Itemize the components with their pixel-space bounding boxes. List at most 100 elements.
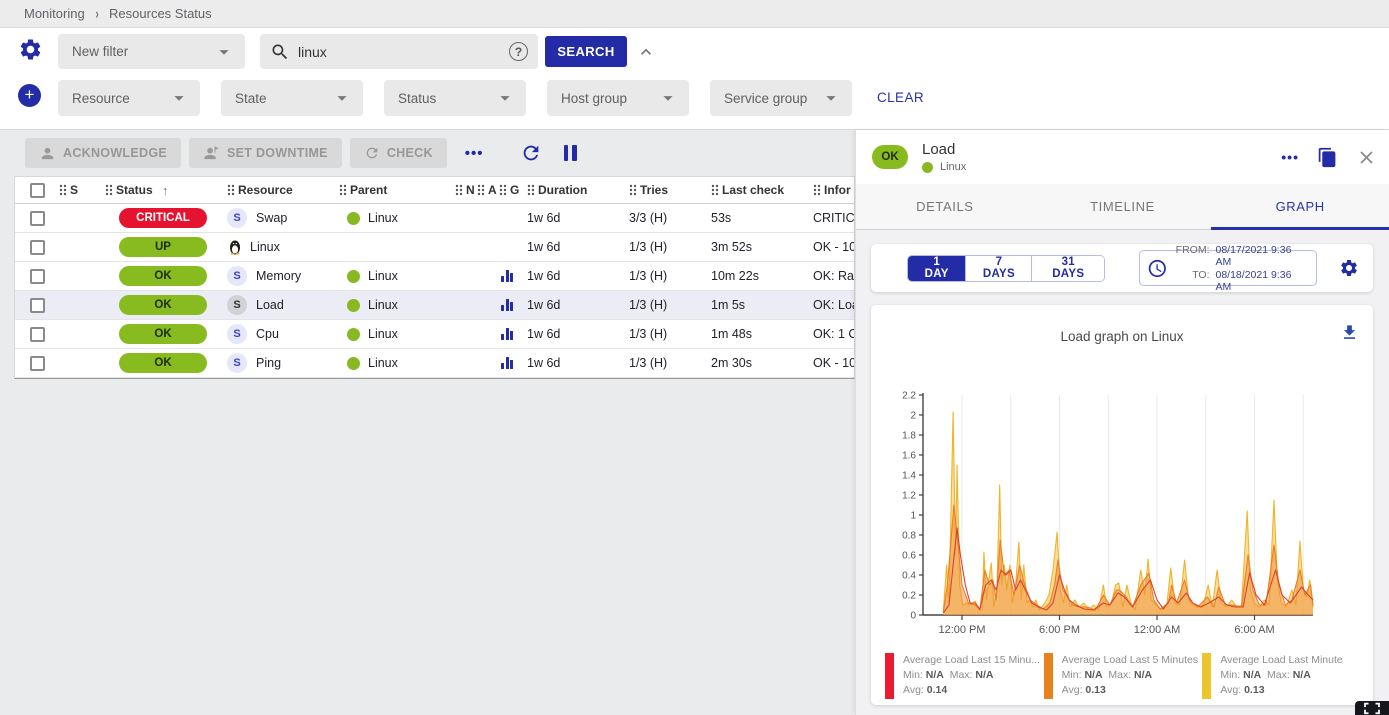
- export-download-icon[interactable]: [1340, 323, 1359, 342]
- check-button[interactable]: CHECK: [350, 138, 447, 168]
- search-input[interactable]: [298, 44, 501, 60]
- parent-cell[interactable]: Linux: [339, 269, 455, 283]
- collapse-filters-chevron-up-icon[interactable]: [636, 42, 656, 62]
- col-header-information[interactable]: Infor: [813, 183, 854, 197]
- legend-item-1[interactable]: Average Load Last 5 Minutes Min: N/A Max…: [1044, 653, 1203, 699]
- svg-text:6:00 AM: 6:00 AM: [1234, 624, 1274, 636]
- search-button[interactable]: SEARCH: [545, 36, 627, 67]
- col-header-last-check[interactable]: Last check: [711, 183, 813, 197]
- duration-cell: 1w 6d: [527, 269, 629, 283]
- add-criteria-button[interactable]: +: [18, 84, 41, 107]
- legend-swatch: [1202, 653, 1211, 699]
- svg-text:1: 1: [910, 511, 916, 522]
- chevron-down-icon: [331, 87, 353, 109]
- filter-settings-gear-icon[interactable]: [18, 37, 43, 62]
- resource-cell[interactable]: Linux: [227, 239, 339, 255]
- row-checkbox[interactable]: [30, 298, 45, 313]
- graph-available-icon[interactable]: [501, 299, 513, 311]
- table-row-load[interactable]: OK SLoad Linux 1w 6d 1/3 (H) 1m 5s OK: L…: [15, 291, 854, 320]
- parent-cell[interactable]: Linux: [339, 211, 455, 225]
- graph-available-icon[interactable]: [501, 328, 513, 340]
- resource-name: Linux: [250, 240, 280, 254]
- table-row-ping[interactable]: OK SPing Linux 1w 6d 1/3 (H) 2m 30s OK -…: [15, 349, 854, 378]
- criteria-select-host-group[interactable]: Host group: [547, 80, 689, 116]
- graph-available-icon[interactable]: [501, 270, 513, 282]
- row-checkbox[interactable]: [30, 211, 45, 226]
- resource-cell[interactable]: SMemory: [227, 266, 339, 286]
- row-checkbox[interactable]: [30, 269, 45, 284]
- col-header-status[interactable]: Status ↑: [105, 183, 227, 198]
- graph-available-icon[interactable]: [501, 357, 513, 369]
- resource-cell[interactable]: SCpu: [227, 324, 339, 344]
- criteria-select-service-group[interactable]: Service group: [710, 80, 852, 116]
- graph-settings-gear-icon[interactable]: [1339, 258, 1359, 278]
- clear-filters-button[interactable]: CLEAR: [877, 90, 924, 105]
- range-button-1-day[interactable]: 1 DAY: [908, 256, 965, 281]
- col-header-g[interactable]: G: [499, 183, 527, 197]
- table-row-swap[interactable]: CRITICAL SSwap Linux 1w 6d 3/3 (H) 53s C…: [15, 204, 854, 233]
- resource-cell[interactable]: SSwap: [227, 208, 339, 228]
- chevron-down-icon: [494, 87, 516, 109]
- parent-cell[interactable]: Linux: [339, 298, 455, 312]
- col-header-a[interactable]: A: [477, 183, 499, 197]
- col-header-severity[interactable]: S: [59, 183, 105, 197]
- row-checkbox[interactable]: [30, 356, 45, 371]
- close-panel-icon[interactable]: [1356, 147, 1377, 168]
- pause-icon[interactable]: [564, 145, 577, 161]
- breadcrumb-item-monitoring[interactable]: Monitoring: [24, 6, 85, 21]
- parent-name: Linux: [368, 211, 398, 225]
- parent-up-dot: [347, 270, 360, 283]
- graph-cell: [499, 270, 527, 282]
- range-button-31-days[interactable]: 31 DAYS: [1031, 256, 1104, 281]
- parent-name: Linux: [368, 327, 398, 341]
- criteria-select-state[interactable]: State: [221, 80, 363, 116]
- tab-details[interactable]: DETAILS: [856, 184, 1034, 229]
- parent-cell[interactable]: Linux: [339, 356, 455, 370]
- col-header-tries[interactable]: Tries: [629, 183, 711, 197]
- set-downtime-button[interactable]: SET DOWNTIME: [189, 138, 342, 168]
- col-header-parent[interactable]: Parent: [339, 183, 455, 197]
- tab-graph[interactable]: GRAPH: [1211, 184, 1389, 229]
- refresh-icon[interactable]: [520, 142, 542, 164]
- search-help-icon[interactable]: ?: [509, 42, 528, 61]
- select-all-checkbox[interactable]: [30, 183, 45, 198]
- acknowledge-button[interactable]: ACKNOWLEDGE: [25, 138, 181, 168]
- col-header-resource[interactable]: Resource: [227, 183, 339, 197]
- svg-text:2: 2: [910, 411, 916, 422]
- legend-item-2[interactable]: Average Load Last Minute Min: N/A Max: N…: [1202, 653, 1361, 699]
- criteria-select-status[interactable]: Status: [384, 80, 526, 116]
- information-cell: OK - 10: [813, 356, 854, 370]
- from-to-picker[interactable]: FROM: 08/17/2021 9:36 AM TO: 08/18/2021 …: [1139, 250, 1317, 286]
- service-type-icon: S: [227, 266, 247, 286]
- row-checkbox[interactable]: [30, 240, 45, 255]
- information-cell: OK: Ra: [813, 269, 854, 283]
- parent-cell[interactable]: Linux: [339, 327, 455, 341]
- row-checkbox[interactable]: [30, 327, 45, 342]
- resources-table: S Status ↑ Resource Parent N A G Duratio…: [14, 176, 855, 379]
- table-row-memory[interactable]: OK SMemory Linux 1w 6d 1/3 (H) 10m 22s O…: [15, 262, 854, 291]
- drag-dots-icon: [711, 183, 719, 197]
- legend-item-0[interactable]: Average Load Last 15 Minu... Min: N/A Ma…: [885, 653, 1044, 699]
- resource-cell[interactable]: SPing: [227, 353, 339, 373]
- copy-link-icon[interactable]: [1317, 147, 1338, 168]
- tab-timeline[interactable]: TIMELINE: [1034, 184, 1212, 229]
- criteria-select-resource[interactable]: Resource: [58, 80, 200, 116]
- fullscreen-icon[interactable]: [1355, 701, 1389, 715]
- from-label: FROM:: [1176, 244, 1210, 268]
- table-row-linux[interactable]: UP Linux 1w 6d 1/3 (H) 3m 52s OK - 10: [15, 233, 854, 262]
- legend-series-name: Average Load Last 5 Minutes: [1062, 653, 1198, 668]
- breadcrumb-item-resources-status[interactable]: Resources Status: [109, 6, 212, 21]
- col-header-duration[interactable]: Duration: [527, 183, 629, 197]
- more-actions-button[interactable]: •••: [455, 145, 494, 162]
- criteria-label: State: [235, 91, 267, 106]
- last-check-cell: 2m 30s: [711, 356, 813, 370]
- panel-more-button[interactable]: •••: [1281, 149, 1299, 165]
- table-row-cpu[interactable]: OK SCpu Linux 1w 6d 1/3 (H) 1m 48s OK: 1…: [15, 320, 854, 349]
- resource-cell[interactable]: SLoad: [227, 295, 339, 315]
- col-header-n[interactable]: N: [455, 183, 477, 197]
- load-chart[interactable]: 00.20.40.60.811.21.41.61.822.212:00 PM6:…: [877, 387, 1367, 645]
- saved-filter-select[interactable]: New filter: [58, 34, 245, 69]
- parent-name: Linux: [368, 269, 398, 283]
- range-button-7-days[interactable]: 7 DAYS: [965, 256, 1031, 281]
- svg-text:0.4: 0.4: [902, 571, 916, 582]
